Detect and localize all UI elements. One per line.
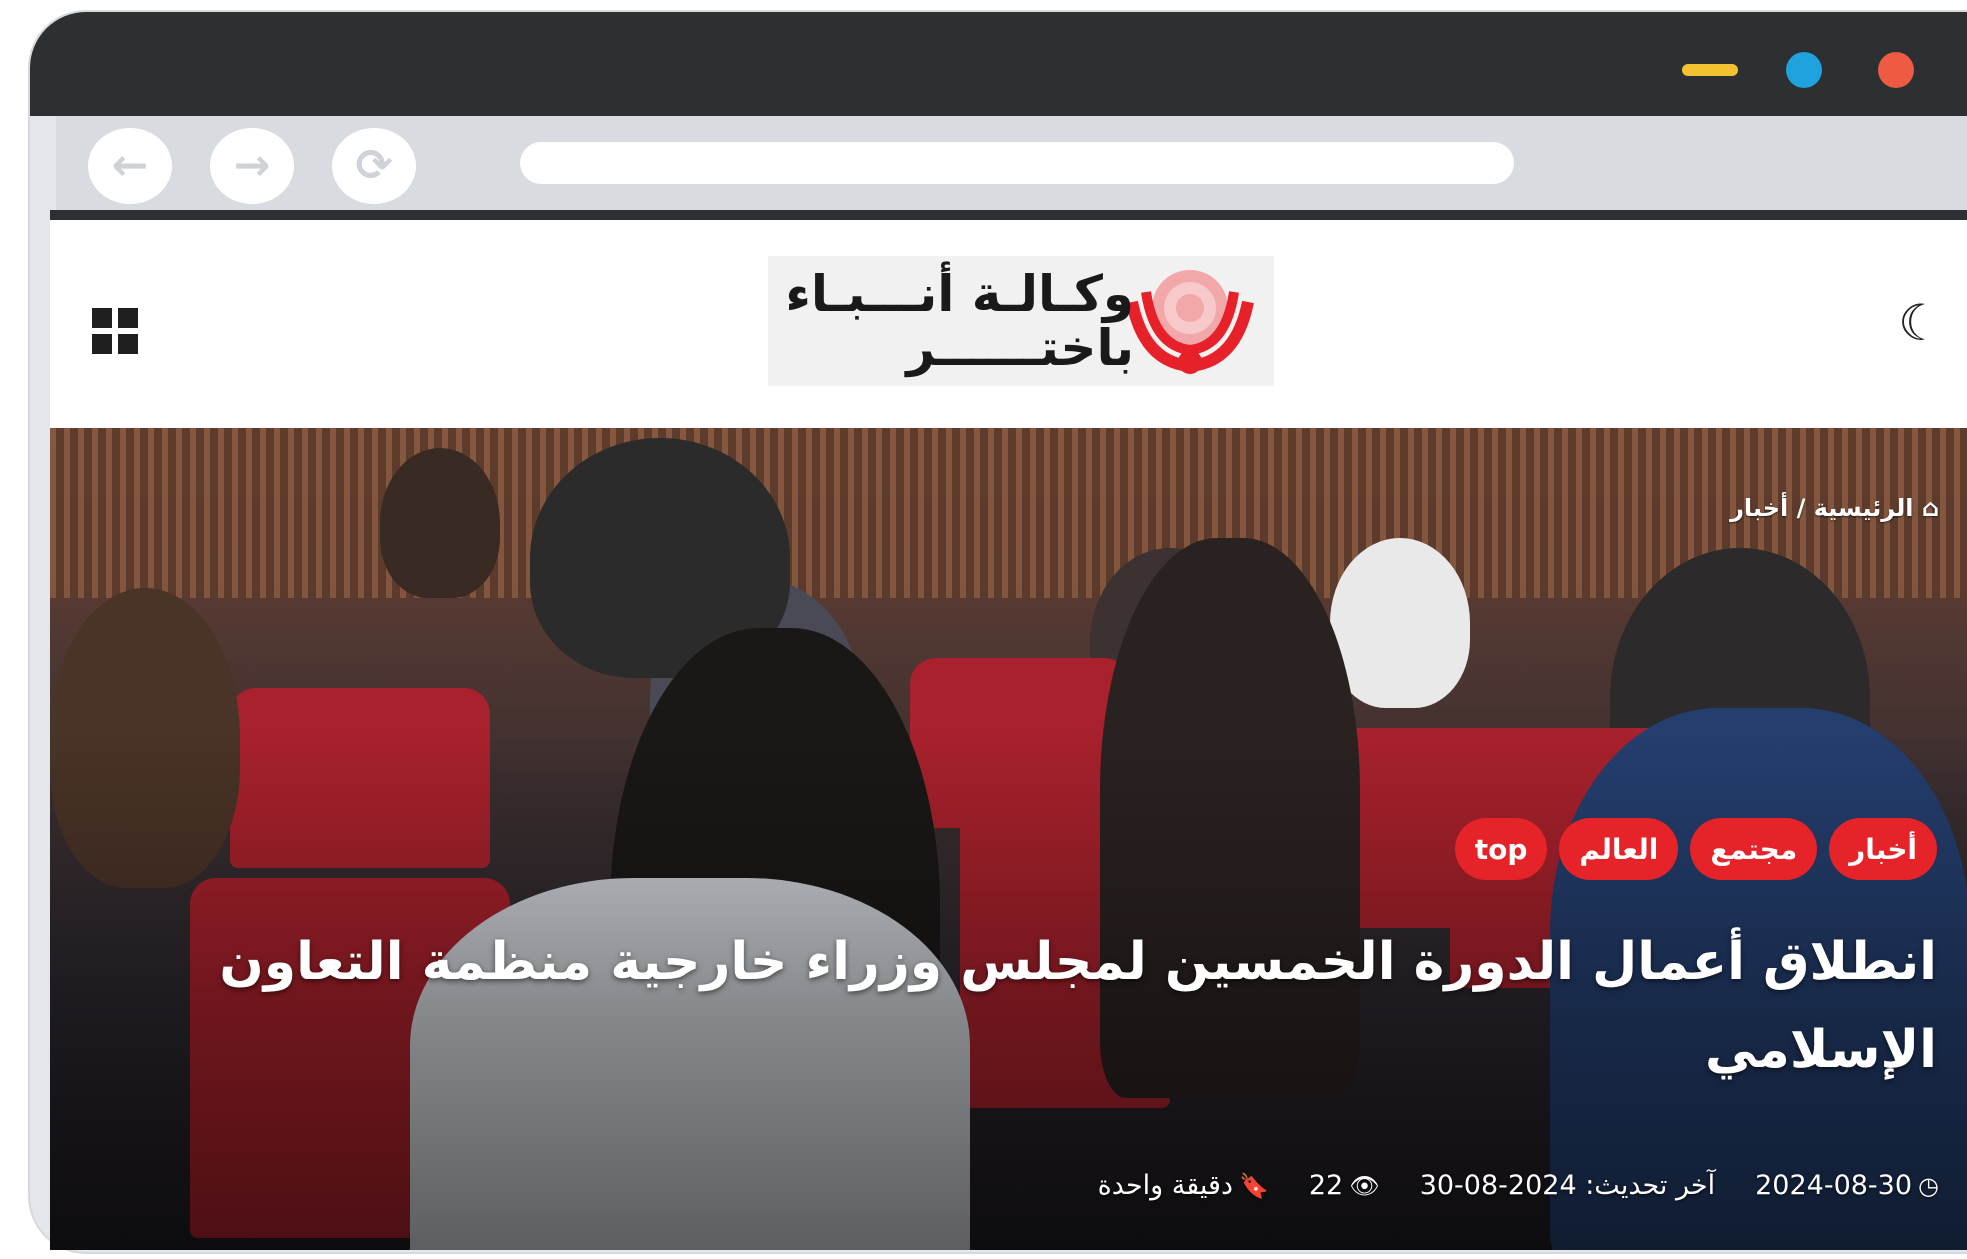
home-icon: ⌂	[1921, 494, 1939, 522]
logo-line-2: باختــــــر	[906, 319, 1134, 377]
tag-society[interactable]: مجتمع	[1690, 818, 1818, 880]
grid-icon[interactable]	[92, 308, 138, 354]
eye-icon: 👁	[1349, 1172, 1380, 1200]
logo-text: وكـالـة أنـــبـاء باختــــــر	[785, 266, 1134, 374]
minimize-button[interactable]	[1682, 64, 1738, 76]
chrome-divider	[50, 210, 1967, 220]
article-meta: ◷2024-08-30 آخر تحديث: 2024-08-30 👁22 🔖د…	[1098, 1170, 1939, 1201]
read-time: 🔖دقيقة واحدة	[1097, 1170, 1269, 1201]
article-headline[interactable]: انطلاق أعمال الدورة الخمسين لمجلس وزراء …	[217, 918, 1937, 1094]
breadcrumb[interactable]: ⌂ الرئيسية / أخبار	[1730, 494, 1939, 522]
logo-emblem	[1126, 270, 1254, 374]
tag-top[interactable]: top	[1454, 818, 1548, 880]
last-updated: آخر تحديث: 2024-08-30	[1419, 1170, 1716, 1201]
reload-button[interactable]: ⟳	[332, 128, 416, 204]
address-bar[interactable]	[520, 142, 1514, 184]
maximize-button[interactable]	[1786, 52, 1822, 88]
reload-icon: ⟳	[355, 140, 393, 191]
site-logo[interactable]: وكـالـة أنـــبـاء باختــــــر	[768, 256, 1274, 386]
bookmark-icon: 🔖	[1238, 1172, 1269, 1200]
arrow-right-icon: →	[233, 140, 271, 191]
title-bar	[30, 12, 1967, 116]
view-count: 👁22	[1308, 1170, 1380, 1201]
tag-news[interactable]: أخبار	[1829, 818, 1937, 880]
close-button[interactable]	[1878, 52, 1914, 88]
forward-button[interactable]: →	[210, 128, 294, 204]
publish-date: ◷2024-08-30	[1755, 1170, 1939, 1201]
back-button[interactable]: ←	[88, 128, 172, 204]
logo-line-1: وكـالـة أنـــبـاء	[785, 265, 1134, 323]
clock-icon: ◷	[1918, 1172, 1939, 1200]
arrow-left-icon: ←	[111, 140, 149, 191]
tag-world[interactable]: العالم	[1559, 818, 1679, 880]
moon-icon[interactable]: ☾	[1898, 298, 1943, 348]
breadcrumb-text: الرئيسية / أخبار	[1730, 494, 1914, 522]
category-tags: أخبار مجتمع العالم top	[1454, 818, 1937, 880]
